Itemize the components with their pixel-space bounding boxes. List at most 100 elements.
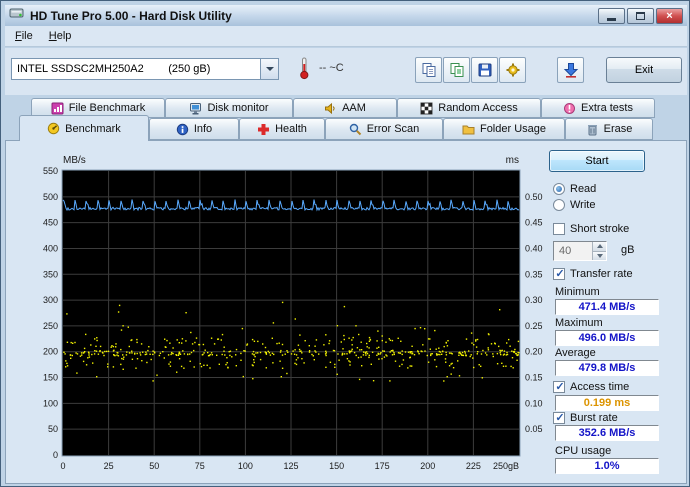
options-button[interactable]: [499, 57, 526, 83]
checkbox-icon: [553, 412, 566, 424]
maximum-label: Maximum: [555, 317, 603, 329]
svg-text:200: 200: [43, 347, 58, 357]
tab-label: Info: [193, 123, 213, 135]
spinner-down-button[interactable]: [593, 250, 606, 260]
svg-text:ms: ms: [506, 155, 519, 166]
checkbox-icon: [553, 223, 565, 235]
tab-disk-monitor[interactable]: Disk monitor: [165, 98, 293, 118]
tab-label: Error Scan: [366, 123, 420, 135]
write-radio[interactable]: Write: [553, 199, 595, 211]
svg-text:0.15: 0.15: [525, 373, 543, 383]
tab-benchmark[interactable]: Benchmark: [19, 115, 149, 141]
svg-text:0.30: 0.30: [525, 295, 543, 305]
close-icon: ×: [666, 9, 673, 22]
svg-text:150: 150: [329, 461, 344, 471]
drive-select[interactable]: INTEL SSDSC2MH250A2 (250 gB): [11, 58, 279, 80]
read-radio[interactable]: Read: [553, 183, 596, 195]
tab-folder-usage[interactable]: Folder Usage: [443, 118, 565, 140]
burst-rate-value: 352.6 MB/s: [555, 425, 659, 441]
tab-health[interactable]: Health: [239, 118, 325, 140]
random-access-icon: [420, 102, 433, 115]
maximum-value: 496.0 MB/s: [555, 330, 659, 346]
exit-button[interactable]: Exit: [606, 57, 682, 83]
minimize-button[interactable]: [598, 7, 625, 24]
cpu-usage-value: 1.0%: [555, 458, 659, 474]
svg-text:50: 50: [48, 424, 58, 434]
svg-text:300: 300: [43, 295, 58, 305]
svg-text:125: 125: [283, 461, 298, 471]
download-arrow-icon: [563, 63, 578, 78]
svg-text:0.40: 0.40: [525, 244, 543, 254]
svg-text:0: 0: [53, 450, 58, 460]
transfer-rate-checkbox[interactable]: Transfer rate: [553, 268, 633, 280]
minimize-icon: [607, 17, 616, 21]
extra-tests-icon: [563, 102, 576, 115]
file-benchmark-icon: [51, 102, 64, 115]
tab-label: Extra tests: [581, 102, 633, 114]
svg-text:500: 500: [43, 192, 58, 202]
menubar: File Help: [5, 26, 687, 47]
erase-trash-icon: [586, 123, 599, 136]
drive-select-value: INTEL SSDSC2MH250A2 (250 gB): [17, 63, 211, 75]
minimum-label: Minimum: [555, 286, 600, 298]
svg-text:50: 50: [149, 461, 159, 471]
menu-file[interactable]: File: [7, 27, 41, 45]
options-gear-icon: [506, 63, 519, 77]
radio-icon: [553, 199, 565, 211]
access-time-value: 0.199 ms: [555, 395, 659, 411]
tab-label: AAM: [342, 102, 366, 114]
minimum-value: 471.4 MB/s: [555, 299, 659, 315]
read-radio-label: Read: [570, 183, 597, 195]
svg-text:0.25: 0.25: [525, 321, 543, 331]
save-button[interactable]: [471, 57, 498, 83]
aam-speaker-icon: [324, 102, 337, 115]
svg-text:0.35: 0.35: [525, 269, 543, 279]
svg-text:0.20: 0.20: [525, 347, 543, 357]
short-stroke-checkbox[interactable]: Short stroke: [553, 223, 629, 235]
menu-help[interactable]: Help: [41, 27, 80, 45]
svg-text:100: 100: [43, 398, 58, 408]
spinner-up-button[interactable]: [593, 242, 606, 251]
close-button[interactable]: ×: [656, 7, 683, 24]
svg-text:400: 400: [43, 244, 58, 254]
tab-info[interactable]: Info: [149, 118, 239, 140]
tab-aam[interactable]: AAM: [293, 98, 397, 118]
benchmark-panel: 0 50 100 150 200 250 300 350 400 450 500 550 0.05 0.1…: [5, 140, 687, 484]
info-icon: [176, 123, 189, 136]
svg-text:250: 250: [43, 321, 58, 331]
benchmark-gauge-icon: [47, 122, 60, 135]
svg-text:450: 450: [43, 218, 58, 228]
svg-text:550: 550: [43, 166, 58, 176]
save-floppy-icon: [478, 63, 491, 77]
tab-error-scan[interactable]: Error Scan: [325, 118, 443, 140]
thermometer-icon: [299, 56, 310, 85]
short-stroke-spinner[interactable]: 40: [553, 241, 607, 261]
error-scan-magnifier-icon: [349, 123, 362, 136]
health-cross-icon: [257, 123, 270, 136]
svg-text:200: 200: [420, 461, 435, 471]
copy-image-icon: [450, 63, 463, 77]
burst-rate-checkbox[interactable]: Burst rate: [553, 412, 618, 424]
start-button[interactable]: Start: [549, 150, 645, 172]
svg-text:100: 100: [238, 461, 253, 471]
transfer-rate-label: Transfer rate: [570, 268, 633, 280]
svg-text:175: 175: [375, 461, 390, 471]
chevron-down-icon[interactable]: [260, 59, 278, 79]
maximize-button[interactable]: [627, 7, 654, 24]
tab-label: Random Access: [438, 102, 518, 114]
svg-text:225: 225: [466, 461, 481, 471]
tab-extra-tests[interactable]: Extra tests: [541, 98, 655, 118]
titlebar: HD Tune Pro 5.00 - Hard Disk Utility ×: [5, 5, 687, 26]
access-time-checkbox[interactable]: Access time: [553, 381, 629, 393]
copy-text-button[interactable]: [415, 57, 442, 83]
tab-random-access[interactable]: Random Access: [397, 98, 541, 118]
disk-monitor-icon: [189, 102, 202, 115]
copy-image-button[interactable]: [443, 57, 470, 83]
save-screenshot-button[interactable]: [557, 57, 584, 83]
svg-text:0.05: 0.05: [525, 424, 543, 434]
tab-erase[interactable]: Erase: [565, 118, 653, 140]
svg-text:0.10: 0.10: [525, 398, 543, 408]
svg-text:75: 75: [195, 461, 205, 471]
app-icon: [9, 6, 25, 25]
svg-text:150: 150: [43, 373, 58, 383]
